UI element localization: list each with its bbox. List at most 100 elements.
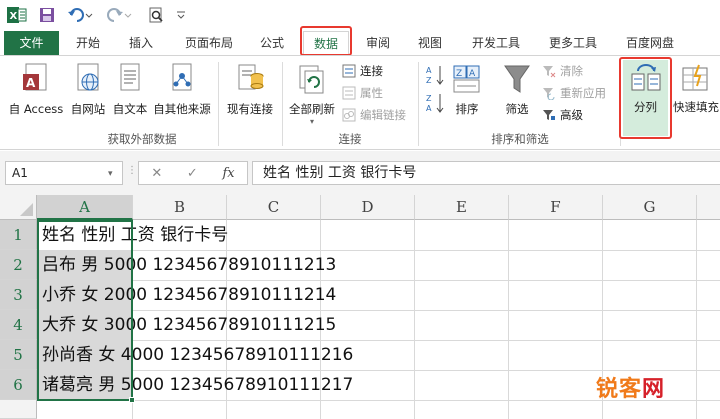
watermark-logo: 锐客网: [596, 371, 665, 403]
refresh-all-label: 全部刷新: [289, 102, 335, 116]
row-header-2[interactable]: 2: [0, 250, 37, 280]
from-other-sources-label: 自其他来源: [153, 102, 211, 116]
edit-links-button[interactable]: 编辑链接: [342, 106, 406, 124]
sort-ascending-button[interactable]: AZ: [424, 64, 448, 89]
watermark-text-part1: 锐客: [596, 377, 643, 402]
tab-more-tools[interactable]: 更多工具: [542, 31, 604, 55]
print-preview-icon[interactable]: [146, 5, 166, 25]
refresh-all-button[interactable]: 全部刷新 ▾: [285, 62, 339, 126]
filter-button[interactable]: 筛选: [498, 62, 536, 117]
column-header-c[interactable]: C: [227, 195, 321, 220]
svg-text:A: A: [469, 69, 476, 79]
watermark-text-part2: 网: [642, 377, 666, 402]
from-other-sources-button[interactable]: 自其他来源: [150, 62, 214, 117]
reapply-button[interactable]: 重新应用: [542, 84, 606, 102]
column-header-a[interactable]: A: [37, 195, 133, 220]
refresh-all-icon: [299, 65, 324, 94]
formula-bar-area: A1 ▾ ⋮ ✕ ✓ fx 姓名 性别 工资 银行卡号: [0, 151, 720, 195]
fill-handle[interactable]: [129, 397, 135, 403]
row-header-5[interactable]: 5: [0, 340, 37, 370]
tab-page-layout[interactable]: 页面布局: [176, 31, 242, 55]
group-label-connections: 连接: [338, 132, 362, 146]
column-header-b[interactable]: B: [133, 195, 227, 220]
formula-bar-grip-icon[interactable]: ⋮: [127, 165, 137, 176]
group-separator: [418, 62, 419, 146]
tab-insert[interactable]: 插入: [121, 31, 161, 55]
from-access-button[interactable]: A 自 Access: [4, 62, 68, 117]
tab-formulas[interactable]: 公式: [250, 31, 294, 55]
from-access-label: 自 Access: [8, 102, 64, 116]
reapply-label: 重新应用: [560, 86, 606, 100]
clear-filter-icon: [542, 64, 556, 78]
tab-review[interactable]: 审阅: [358, 31, 398, 55]
name-box-dropdown-icon[interactable]: ▾: [108, 169, 113, 179]
other-sources-icon: [172, 63, 192, 91]
sort-descending-button[interactable]: ZA: [424, 92, 448, 117]
row-header-1[interactable]: 1: [0, 220, 37, 250]
column-header-d[interactable]: D: [321, 195, 415, 220]
svg-text:Z: Z: [426, 76, 432, 85]
connections-icon: [342, 64, 356, 78]
from-text-button[interactable]: 自文本: [110, 62, 150, 117]
ribbon-data-panel: A 自 Access 自网站 自文本 自其他来源 现有连接 获取外部数据 全部刷…: [0, 55, 720, 150]
undo-icon[interactable]: [66, 5, 94, 25]
advanced-filter-button[interactable]: 高级: [542, 106, 583, 124]
tab-baidu-netdisk[interactable]: 百度网盘: [618, 31, 682, 55]
sort-button[interactable]: ZA 排序: [450, 62, 484, 117]
flash-fill-icon: [682, 64, 708, 91]
filter-funnel-icon: [504, 65, 530, 93]
properties-icon: [342, 86, 356, 100]
row-header-4[interactable]: 4: [0, 310, 37, 340]
connections-button[interactable]: 连接: [342, 62, 383, 80]
tab-view[interactable]: 视图: [410, 31, 450, 55]
svg-text:A: A: [426, 66, 432, 75]
column-header-e[interactable]: E: [415, 195, 509, 220]
sort-dialog-icon: ZA: [453, 65, 480, 93]
edit-links-icon: [342, 108, 356, 122]
formula-buttons: ✕ ✓ fx: [138, 161, 248, 185]
group-label-get-external: 获取外部数据: [107, 132, 177, 146]
select-all-corner[interactable]: [0, 195, 37, 220]
text-to-columns-highlight: [619, 57, 672, 139]
properties-button[interactable]: 属性: [342, 84, 383, 102]
cancel-icon[interactable]: ✕: [151, 166, 162, 181]
column-header-f[interactable]: F: [509, 195, 603, 220]
redo-icon[interactable]: [105, 5, 133, 25]
name-box[interactable]: A1: [5, 161, 123, 185]
reapply-icon: [542, 86, 556, 101]
formula-input[interactable]: 姓名 性别 工资 银行卡号: [252, 161, 720, 185]
clear-filter-button[interactable]: 清除: [542, 62, 583, 80]
excel-icon: X: [6, 5, 28, 25]
connections-label: 连接: [360, 64, 383, 78]
enter-icon[interactable]: ✓: [187, 166, 198, 181]
tab-file[interactable]: 文件: [4, 31, 59, 55]
column-header-partial[interactable]: [697, 195, 720, 220]
tab-home[interactable]: 开始: [68, 31, 108, 55]
row-header-6[interactable]: 6: [0, 370, 37, 400]
svg-text:X: X: [10, 11, 18, 22]
properties-label: 属性: [360, 86, 383, 100]
group-label-sort-filter: 排序和筛选: [491, 132, 549, 146]
row-header-partial[interactable]: [0, 400, 37, 419]
flash-fill-label: 快速填充: [673, 100, 719, 114]
existing-connections-button[interactable]: 现有连接: [222, 62, 278, 117]
flash-fill-button[interactable]: 快速填充: [672, 62, 720, 115]
insert-function-icon[interactable]: fx: [222, 166, 234, 181]
sort-descending-icon: ZA: [426, 94, 444, 113]
filter-label: 筛选: [505, 102, 529, 116]
tab-developer[interactable]: 开发工具: [465, 31, 527, 55]
row-header-3[interactable]: 3: [0, 280, 37, 310]
column-header-g[interactable]: G: [603, 195, 697, 220]
from-web-button[interactable]: 自网站: [66, 62, 110, 117]
from-web-label: 自网站: [70, 102, 106, 116]
existing-connections-label: 现有连接: [227, 102, 273, 116]
web-globe-icon: [77, 63, 99, 91]
svg-text:A: A: [26, 76, 36, 90]
access-icon: A: [23, 63, 47, 91]
save-icon[interactable]: [37, 5, 57, 25]
customize-qat-icon[interactable]: [174, 5, 188, 25]
quick-access-toolbar: X: [0, 0, 720, 31]
text-file-icon: [120, 63, 140, 91]
existing-connections-icon: [238, 64, 264, 90]
advanced-filter-icon: [542, 108, 556, 122]
